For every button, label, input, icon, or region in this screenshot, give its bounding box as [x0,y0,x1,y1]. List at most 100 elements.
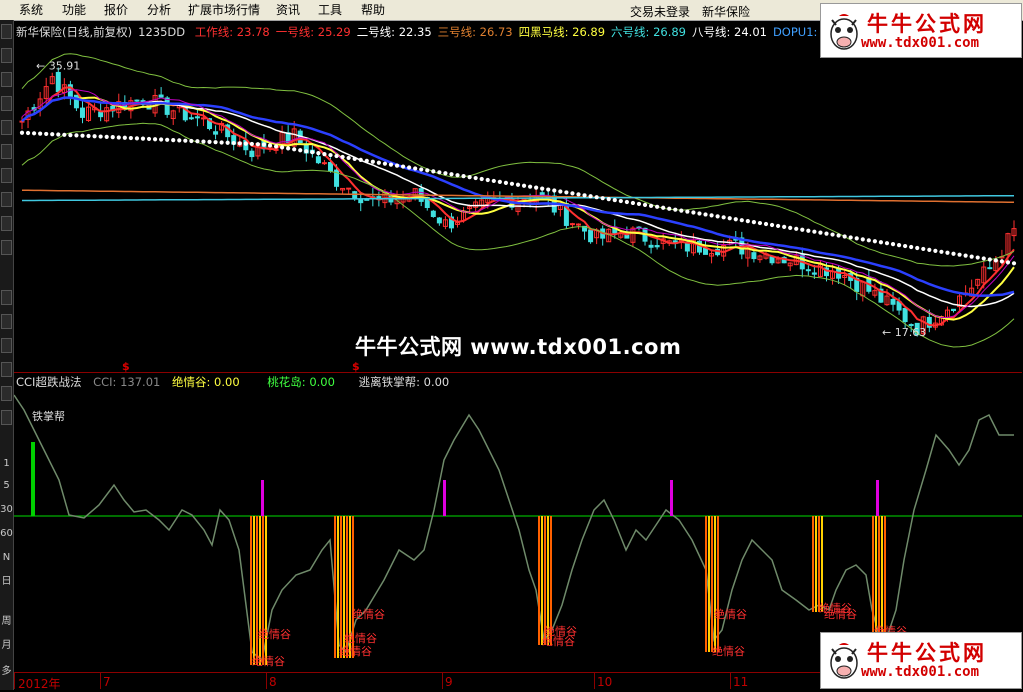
flag-icon[interactable] [1,386,12,401]
legend-line-0: 工作线: 23.78 [194,25,270,39]
dotted-line-point [255,142,261,147]
period-month[interactable]: 月 [0,640,13,652]
menu-analysis[interactable]: 分析 [147,3,171,17]
axis-tick [266,673,267,689]
dotted-line-point [455,173,460,178]
line-icon[interactable] [1,48,12,63]
dotted-line-point [588,194,593,199]
dotted-line-point [267,143,273,148]
cci-indicator-chart[interactable]: 铁掌帮绝情谷绝情谷绝情谷绝情谷绝情谷绝情谷绝情谷绝情谷绝情谷绝情谷绝情谷绝情谷 [14,390,1022,670]
warn-icon[interactable] [1,362,12,377]
dotted-line-point [376,160,381,165]
dotted-line-point [661,205,666,210]
price-chart[interactable]: ← 35.91 ← 17.63 [14,42,1022,370]
chart-icon-2[interactable] [1,216,12,231]
period-week[interactable]: 周 [0,616,13,628]
dotted-line-point [527,184,533,189]
info-icon[interactable] [1,120,12,135]
table-icon[interactable] [1,96,12,111]
dotted-line-point [140,136,146,141]
dotted-line-point [316,151,321,156]
dotted-line-point [727,216,732,221]
candle [134,99,140,102]
dotted-line-point [334,153,339,159]
dotted-line-point [993,258,998,263]
period-1min[interactable]: 1 [0,458,13,470]
juexugu-bar [541,516,543,645]
menu-quote[interactable]: 报价 [104,3,128,17]
axis-label-10: 10 [597,675,613,689]
menu-help[interactable]: 帮助 [361,3,385,17]
dotted-line-point [648,203,654,208]
candle [751,252,757,260]
axis-tick [100,673,101,689]
grid-icon[interactable] [1,168,12,183]
dotted-line-point [987,257,992,262]
dotted-line-point [491,178,496,184]
menu-function[interactable]: 功能 [62,3,86,17]
compare-icon[interactable] [1,192,12,207]
juexugu-label: 绝情谷 [714,607,747,621]
dotted-line-point [479,176,484,182]
juexugu-label: 绝情谷 [344,631,377,645]
dotted-line-point [763,221,769,227]
period-5min[interactable]: 5 [0,480,13,492]
indicator-icon[interactable] [1,290,12,305]
period-30min[interactable]: 30 [0,504,13,516]
menu-extended-market[interactable]: 扩展市场行情 [188,3,260,17]
dotted-line-point [400,164,406,169]
menu-tools[interactable]: 工具 [318,3,342,17]
list-icon[interactable] [1,144,12,159]
dotted-line-point [824,231,829,236]
dotted-line-point [92,134,97,139]
menu-system[interactable]: 系统 [19,3,43,17]
rsi-icon[interactable] [1,314,12,329]
signal-magenta-bar [261,480,264,516]
dotted-line-point [618,198,623,204]
dotted-line-point [461,174,466,179]
dotted-line-point [219,140,224,145]
dotted-line-point [104,134,109,139]
login-status[interactable]: 交易未登录 [630,3,690,20]
bar-icon[interactable] [1,72,12,87]
axis-label-11: 11 [733,675,749,689]
juexugu-bar [818,516,820,612]
juexugu-bar [262,516,264,665]
candle [315,156,321,164]
low-price-label: ← 17.63 [882,326,926,339]
dotted-line-point [939,249,944,254]
signal-magenta-bar [876,480,879,516]
dollar-icon[interactable] [1,338,12,353]
search-icon[interactable] [1,240,12,255]
logo-title-bottom: 牛牛公式网 [867,641,987,665]
panel-divider [14,372,1022,373]
dotted-line-point [322,152,327,157]
dotted-line-point [999,259,1005,264]
candle [769,256,775,264]
menu-news[interactable]: 资讯 [276,3,300,17]
juexugu-value: 绝情谷: 0.00 [172,375,240,389]
juexugu-bar [815,516,817,612]
period-multi[interactable]: 多 [0,666,13,678]
dotted-line-point [346,155,351,161]
edit-icon[interactable] [1,410,12,425]
period-60min[interactable]: 60 [0,528,13,540]
axis-tick [14,673,15,689]
dotted-line-point [570,191,575,196]
period-day[interactable]: 日 [0,576,13,588]
dotted-line-point [782,224,787,230]
dotted-line-point [128,135,133,141]
juexugu-bar [821,516,823,612]
dotted-line-point [261,142,267,147]
logo-bottom: 牛牛公式网 www.tdx001.com [820,632,1022,689]
period-n[interactable]: N [0,552,13,564]
dotted-line-point [685,209,690,214]
axis-label-2012: 2012年 [18,677,61,691]
dotted-line-point [558,189,563,194]
dotted-line-point [177,138,182,143]
chart-icon[interactable] [1,24,12,39]
candle [805,269,811,272]
dotted-line-point [909,244,914,250]
band-lower [21,122,1015,348]
stock-code: 1235DD [138,25,186,39]
